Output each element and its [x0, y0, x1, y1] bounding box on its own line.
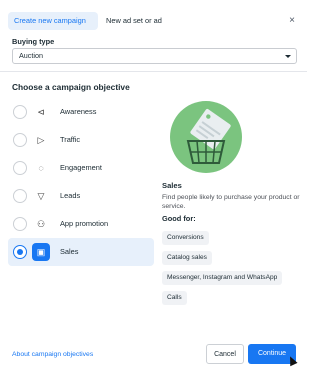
shopping-bag-icon: ▣ — [32, 243, 50, 261]
objective-sales[interactable]: ▣ Sales — [8, 238, 154, 266]
objective-detail-description: Find people likely to purchase your prod… — [162, 194, 300, 210]
objective-radio[interactable] — [13, 189, 27, 203]
objective-detail-panel: Sales Find people likely to purchase you… — [162, 181, 302, 305]
create-campaign-dialog: Create new campaign New ad set or ad × B… — [0, 0, 307, 370]
good-for-chip: Catalog sales — [162, 251, 212, 265]
objective-detail-title: Sales — [162, 181, 182, 190]
objective-engagement[interactable]: ◌ Engagement — [8, 154, 154, 182]
shopping-basket-illustration — [170, 101, 242, 173]
objective-radio[interactable] — [13, 161, 27, 175]
chevron-down-icon — [285, 55, 291, 58]
people-icon: ⚇ — [36, 218, 46, 229]
objective-label: Engagement — [60, 163, 102, 172]
objective-label: Sales — [60, 247, 79, 256]
objective-app-promotion[interactable]: ⚇ App promotion — [8, 210, 154, 238]
objective-label: Leads — [60, 191, 81, 200]
objective-radio-selected[interactable] — [13, 245, 27, 259]
tab-create-new-campaign[interactable]: Create new campaign — [8, 12, 98, 30]
good-for-chip: Messenger, Instagram and WhatsApp — [162, 271, 283, 285]
objective-radio[interactable] — [13, 105, 27, 119]
objective-leads[interactable]: ▽ Leads — [8, 182, 154, 210]
cursor-icon: ▷ — [37, 134, 45, 145]
tab-new-ad-set-or-ad[interactable]: New ad set or ad — [100, 12, 168, 30]
cancel-button[interactable]: Cancel — [206, 344, 244, 364]
filter-icon: ▽ — [37, 190, 45, 201]
good-for-chip: Calls — [162, 291, 187, 305]
good-for-label: Good for: — [162, 214, 196, 223]
buying-type-select[interactable]: Auction — [12, 48, 297, 64]
objective-awareness[interactable]: ⊲ Awareness — [8, 98, 154, 126]
objective-radio[interactable] — [13, 133, 27, 147]
about-objectives-link[interactable]: About campaign objectives — [12, 351, 93, 358]
dialog-tabs: Create new campaign New ad set or ad × — [8, 12, 299, 30]
objective-label: Awareness — [60, 107, 97, 116]
buying-type-label: Buying type — [12, 37, 55, 46]
objective-radio[interactable] — [13, 217, 27, 231]
megaphone-icon: ⊲ — [37, 106, 45, 117]
objective-label: Traffic — [60, 135, 81, 144]
objective-list: ⊲ Awareness ▷ Traffic ◌ Engagement ▽ Lea… — [8, 98, 154, 266]
chat-bubble-icon: ◌ — [38, 163, 44, 173]
objective-section-title: Choose a campaign objective — [12, 82, 130, 92]
close-icon[interactable]: × — [285, 12, 299, 30]
objective-traffic[interactable]: ▷ Traffic — [8, 126, 154, 154]
divider — [0, 71, 307, 72]
good-for-chips: Conversions Catalog sales Messenger, Ins… — [162, 225, 302, 305]
objective-label: App promotion — [60, 219, 109, 228]
good-for-chip: Conversions — [162, 231, 209, 245]
buying-type-value: Auction — [19, 51, 43, 60]
